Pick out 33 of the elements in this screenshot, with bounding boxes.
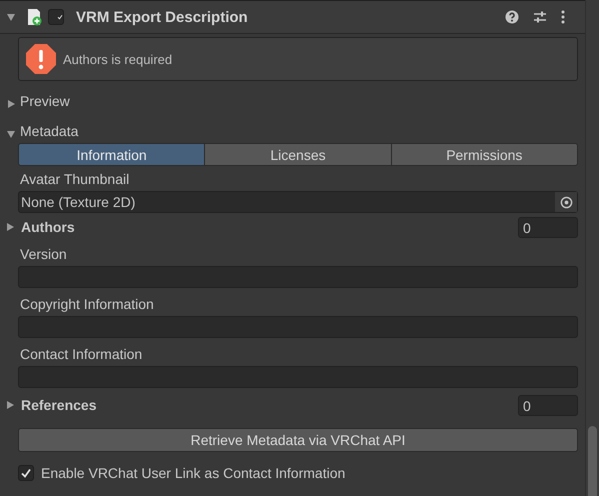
array-foldout[interactable]: Authors <box>21 219 75 235</box>
array-size-field[interactable]: 0 <box>518 216 578 238</box>
collapse-arrow-icon[interactable] <box>6 129 16 139</box>
more-options-icon[interactable] <box>561 10 565 24</box>
help-icon[interactable] <box>505 10 519 24</box>
expand-arrow-icon[interactable] <box>5 222 15 232</box>
toggle-label[interactable]: Enable VRChat User Link as Contact Information <box>41 465 346 481</box>
settings-sliders-icon[interactable] <box>533 10 547 24</box>
section-foldout[interactable]: Metadata <box>20 123 78 139</box>
field-label: Copyright Information <box>19 295 155 314</box>
script-file-icon <box>26 8 42 26</box>
object-field[interactable]: None (Texture 2D) <box>18 191 578 213</box>
tab[interactable]: Information <box>18 143 206 166</box>
field-label: Version <box>19 245 68 264</box>
expand-arrow-icon[interactable] <box>5 400 15 410</box>
checkbox[interactable] <box>48 9 64 25</box>
field-label: Avatar Thumbnail <box>19 170 130 189</box>
array-size-field[interactable]: 0 <box>518 394 578 416</box>
field-label: Contact Information <box>19 345 144 364</box>
array-foldout[interactable]: References <box>21 397 96 413</box>
collapse-arrow-icon[interactable] <box>6 12 16 22</box>
expand-arrow-icon[interactable] <box>6 99 16 109</box>
object-field-value: None (Texture 2D) <box>20 194 136 210</box>
checkbox[interactable] <box>18 465 34 481</box>
tab[interactable]: Licenses <box>204 143 392 166</box>
retrieve-metadata-button[interactable]: Retrieve Metadata via VRChat API <box>18 428 578 452</box>
scrollbar-thumb[interactable] <box>588 426 597 496</box>
component-title: VRM Export Description <box>76 8 248 26</box>
section-foldout[interactable]: Preview <box>20 93 70 109</box>
object-picker-icon[interactable] <box>560 196 572 208</box>
checkmark-icon <box>20 467 32 479</box>
tab[interactable]: Permissions <box>390 143 578 166</box>
message-text: Authors is required <box>63 52 172 66</box>
